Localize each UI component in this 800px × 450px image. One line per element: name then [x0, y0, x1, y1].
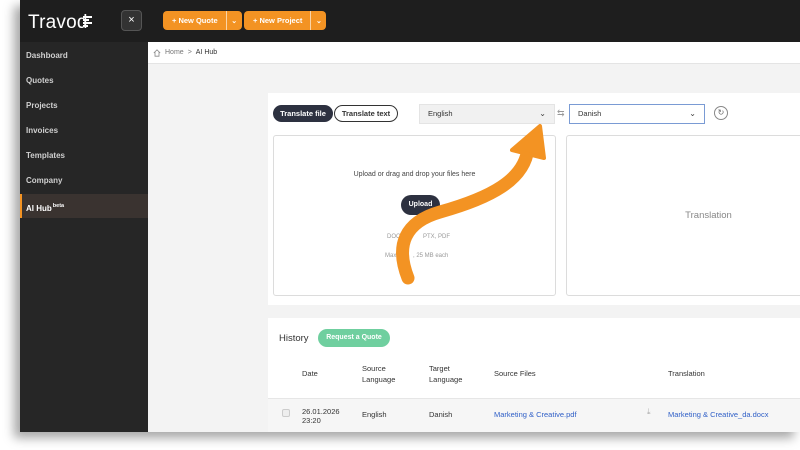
- breadcrumb-separator: >: [187, 49, 192, 56]
- chevron-down-icon: ⌄: [539, 109, 546, 118]
- sidebar-item-quotes[interactable]: Quotes: [20, 69, 148, 93]
- refresh-icon[interactable]: ↻: [714, 106, 728, 120]
- sidebar-item-invoices[interactable]: Invoices: [20, 119, 148, 143]
- column-header-target-language: Target Language: [429, 364, 463, 384]
- tab-translate-file[interactable]: Translate file: [273, 105, 333, 122]
- translate-panel: Translate file Translate text English ⌄ …: [268, 93, 800, 305]
- beta-badge: beta: [52, 203, 65, 209]
- app-window: Travod × + New Quote ⌄ + New Project ⌄ D…: [20, 0, 800, 432]
- request-quote-button[interactable]: Request a Quote: [318, 329, 390, 347]
- sidebar-item-ai-hub[interactable]: AI Hubbeta: [20, 194, 148, 218]
- history-section: History Request a Quote Date Source Lang…: [268, 318, 800, 432]
- breadcrumb-home[interactable]: Home: [165, 49, 184, 56]
- upload-button[interactable]: Upload: [401, 195, 440, 215]
- sidebar-item-templates[interactable]: Templates: [20, 144, 148, 168]
- file-dropzone[interactable]: Upload or drag and drop your files here …: [273, 135, 556, 296]
- sidebar-item-projects[interactable]: Projects: [20, 94, 148, 118]
- breadcrumb-current: AI Hub: [195, 49, 218, 56]
- chevron-down-icon[interactable]: ⌄: [225, 11, 242, 30]
- sidebar-item-dashboard[interactable]: Dashboard: [20, 44, 148, 68]
- target-language-value: Danish: [578, 109, 602, 118]
- column-header-source-files: Source Files: [494, 369, 536, 378]
- column-header-date: Date: [302, 369, 318, 378]
- tab-translate-text[interactable]: Translate text: [334, 105, 398, 122]
- row-source-language: English: [362, 410, 387, 419]
- swap-languages-icon[interactable]: ⇆: [557, 108, 565, 119]
- logo-mark-icon: [83, 16, 92, 27]
- column-header-source-language: Source Language: [362, 364, 396, 384]
- row-target-language: Danish: [429, 410, 453, 419]
- formats-text: DOCX, X: [387, 234, 412, 240]
- home-icon[interactable]: [153, 48, 161, 57]
- source-file-link[interactable]: Marketing & Creative.pdf: [494, 409, 577, 420]
- chevron-down-icon: ⌄: [689, 109, 696, 118]
- row-time: 23:20: [302, 416, 321, 425]
- source-language-value: English: [428, 109, 453, 118]
- new-project-label[interactable]: + New Project: [244, 11, 310, 30]
- new-project-button[interactable]: + New Project ⌄: [244, 11, 327, 30]
- translation-placeholder: Translation: [685, 210, 732, 221]
- sidebar: Dashboard Quotes Projects Invoices Templ…: [20, 42, 148, 432]
- limit-text-tail: , 25 MB each: [413, 253, 449, 259]
- dropzone-title: Upload or drag and drop your files here: [353, 171, 476, 178]
- sidebar-item-label: AI Hub: [26, 204, 52, 213]
- target-language-select[interactable]: Danish ⌄: [569, 104, 705, 124]
- sidebar-item-company[interactable]: Company: [20, 169, 148, 193]
- history-title: History: [279, 333, 309, 344]
- breadcrumb: Home > AI Hub: [148, 42, 800, 64]
- logo: Travod: [28, 12, 88, 33]
- formats-text-tail: PTX, PDF: [423, 234, 451, 240]
- new-quote-button[interactable]: + New Quote ⌄: [163, 11, 242, 30]
- download-icon[interactable]: ⤓: [647, 407, 651, 417]
- column-header-translation: Translation: [668, 369, 705, 378]
- row-checkbox[interactable]: [282, 409, 290, 417]
- limit-text: Max 10: [385, 253, 405, 259]
- translation-file-link[interactable]: Marketing & Creative_da.docx: [668, 409, 768, 420]
- chevron-down-icon[interactable]: ⌄: [310, 11, 326, 30]
- top-bar: Travod × + New Quote ⌄ + New Project ⌄: [20, 0, 800, 42]
- source-language-select[interactable]: English ⌄: [419, 104, 555, 124]
- close-sidebar-button[interactable]: ×: [121, 10, 142, 31]
- translation-output: Translation: [566, 135, 800, 296]
- new-quote-label[interactable]: + New Quote: [163, 11, 226, 30]
